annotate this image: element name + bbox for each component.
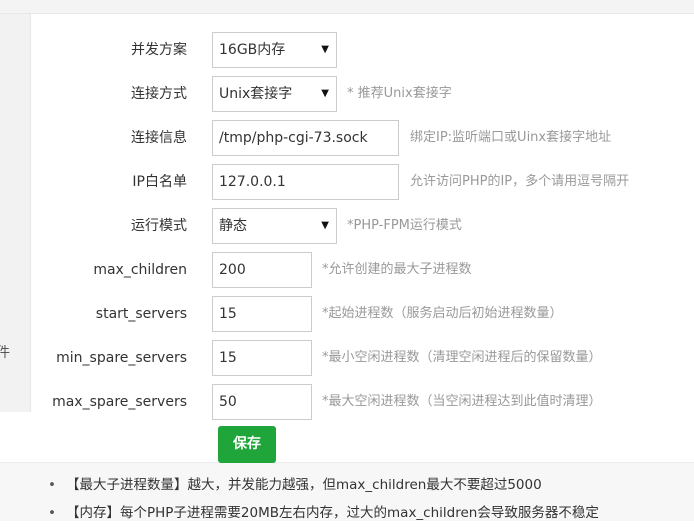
run-mode-value: 静态 [219,218,247,234]
ip-whitelist-row: IP白名单 127.0.0.1 允许访问PHP的IP，多个请用逗号隔开 [30,162,694,202]
ip-whitelist-hint: 允许访问PHP的IP，多个请用逗号隔开 [410,174,630,189]
max-children-value: 200 [219,262,246,278]
notes-list: 【最大子进程数量】越大，并发能力越强，但max_children最大不要超过50… [48,474,599,530]
start-servers-value: 15 [219,306,237,322]
max-spare-servers-value: 50 [219,394,237,410]
connection-info-hint: 绑定IP:监听端口或Uinx套接字地址 [410,130,612,145]
connection-info-label: 连接信息 [131,130,187,146]
max-spare-servers-row: max_spare_servers 50 *最大空闲进程数（当空闲进程达到此值时… [30,382,694,422]
min-spare-servers-row: min_spare_servers 15 *最小空闲进程数（清理空闲进程后的保留… [30,338,694,378]
side-panel: 件 [0,14,31,412]
dropdown-arrow-icon: ▼ [321,88,329,99]
ip-whitelist-label: IP白名单 [132,174,187,190]
connection-mode-value: Unix套接字 [219,86,293,102]
connection-mode-select[interactable]: Unix套接字 ▼ [212,76,337,112]
concurrency-value: 16GB内存 [219,42,286,58]
top-bar [0,0,694,14]
start-servers-row: start_servers 15 *起始进程数（服务启动后初始进程数量） [30,294,694,334]
run-mode-row: 运行模式 静态 ▼ *PHP-FPM运行模式 [30,206,694,246]
start-servers-hint: *起始进程数（服务启动后初始进程数量） [322,306,563,321]
connection-info-row: 连接信息 /tmp/php-cgi-73.sock 绑定IP:监听端口或Uinx… [30,118,694,158]
connection-mode-label: 连接方式 [131,86,187,102]
connection-info-input[interactable]: /tmp/php-cgi-73.sock [212,120,399,156]
max-spare-servers-input[interactable]: 50 [212,384,312,420]
save-button[interactable]: 保存 [218,426,276,463]
run-mode-label: 运行模式 [131,218,187,234]
max-spare-servers-hint: *最大空闲进程数（当空闲进程达到此值时清理） [322,394,602,409]
dropdown-arrow-icon: ▼ [321,44,329,55]
concurrency-row: 并发方案 16GB内存 ▼ [30,30,694,70]
min-spare-servers-label: min_spare_servers [56,350,187,366]
min-spare-servers-input[interactable]: 15 [212,340,312,376]
connection-mode-row: 连接方式 Unix套接字 ▼ * 推荐Unix套接字 [30,74,694,114]
start-servers-input[interactable]: 15 [212,296,312,332]
run-mode-select[interactable]: 静态 ▼ [212,208,337,244]
start-servers-label: start_servers [95,306,187,322]
ip-whitelist-value: 127.0.0.1 [219,174,286,190]
max-children-input[interactable]: 200 [212,252,312,288]
min-spare-servers-value: 15 [219,350,237,366]
min-spare-servers-hint: *最小空闲进程数（清理空闲进程后的保留数量） [322,350,602,365]
side-label: 件 [0,345,10,361]
dropdown-arrow-icon: ▼ [321,220,329,231]
ip-whitelist-input[interactable]: 127.0.0.1 [212,164,399,200]
concurrency-select[interactable]: 16GB内存 ▼ [212,32,337,68]
connection-mode-hint: * 推荐Unix套接字 [347,86,452,101]
note-item: 【内存】每个PHP子进程需要20MB左右内存，过大的max_children会导… [48,502,599,530]
max-children-row: max_children 200 *允许创建的最大子进程数 [30,250,694,290]
note-item: 【最大子进程数量】越大，并发能力越强，但max_children最大不要超过50… [48,474,599,502]
run-mode-hint: *PHP-FPM运行模式 [347,218,462,233]
max-children-hint: *允许创建的最大子进程数 [322,262,472,277]
connection-info-value: /tmp/php-cgi-73.sock [219,130,368,146]
concurrency-label: 并发方案 [131,42,187,58]
max-spare-servers-label: max_spare_servers [52,394,187,410]
max-children-label: max_children [93,262,187,278]
